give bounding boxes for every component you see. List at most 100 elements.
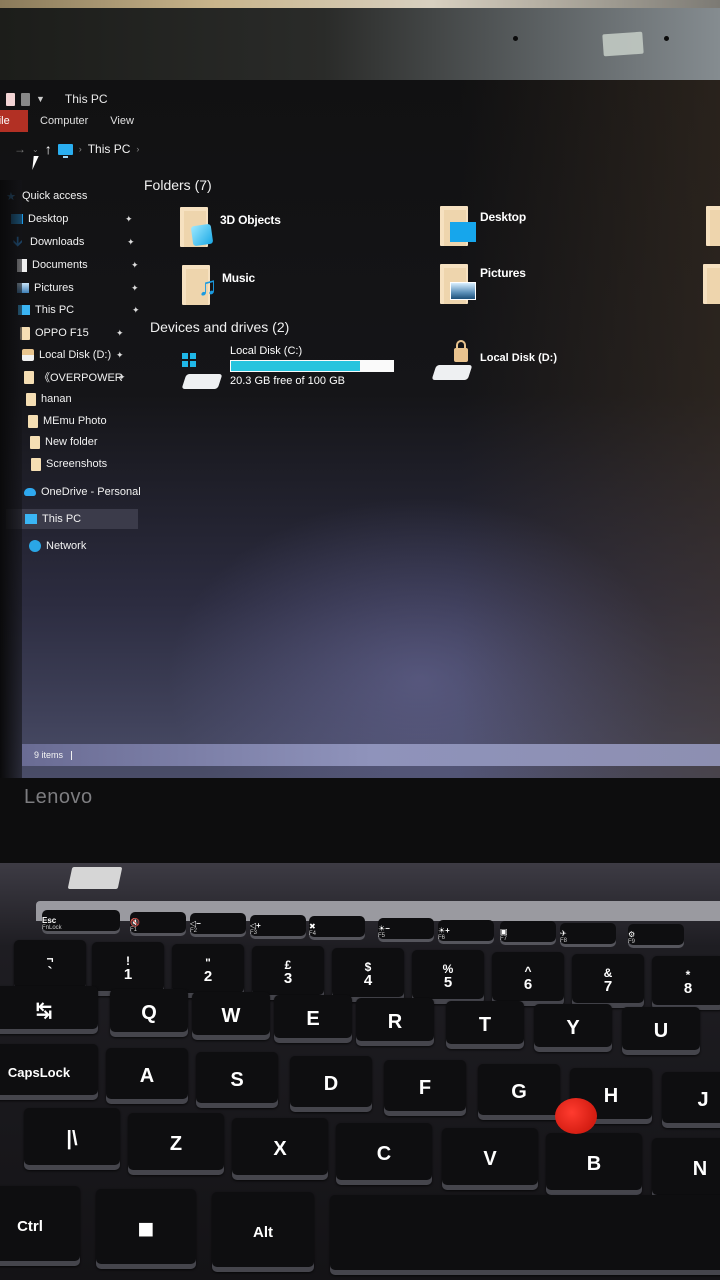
sidebar-item-downloads[interactable]: 🡫 Downloads ✦ (13, 232, 151, 252)
key-z[interactable]: Z (128, 1113, 224, 1175)
sidebar-item-this-pc[interactable]: This PC (6, 509, 138, 529)
pin-icon[interactable]: ✦ (131, 260, 139, 271)
key-e[interactable]: E (274, 995, 352, 1043)
sidebar-item-this-pc-pinned[interactable]: This PC ✦ (18, 300, 156, 320)
key-d[interactable]: D (290, 1056, 372, 1112)
key-a[interactable]: A (106, 1048, 188, 1104)
properties-icon[interactable] (6, 92, 15, 106)
folder-tile-music[interactable]: ♫ Music (182, 265, 255, 305)
pin-icon[interactable]: ✦ (116, 328, 124, 339)
devices-section-header[interactable]: Devices and drives (2) (150, 319, 289, 335)
pin-icon[interactable]: ✦ (116, 350, 124, 361)
sidebar-item-local-disk-d[interactable]: Local Disk (D:) ✦ (22, 345, 160, 365)
new-folder-icon[interactable] (21, 92, 30, 106)
key-c[interactable]: C (336, 1123, 432, 1185)
forward-button[interactable]: → (14, 142, 26, 156)
breadcrumb-chevron-icon[interactable]: › (136, 144, 139, 154)
trackpoint[interactable] (555, 1098, 597, 1134)
key-capslock[interactable]: CapsLock (0, 1044, 98, 1100)
key-6[interactable]: ^ 6 (492, 952, 564, 1006)
sidebar-item-onedrive[interactable]: OneDrive - Personal (24, 482, 162, 502)
pin-icon[interactable]: ✦ (131, 283, 139, 294)
key-f1[interactable]: 🔇 F1 (130, 911, 186, 936)
key-j[interactable]: J (662, 1072, 720, 1128)
music-note-icon: ♫ (198, 271, 218, 301)
folder-tile-pictures[interactable]: Pictures (440, 264, 526, 304)
key-glyph: ☀− (378, 924, 390, 933)
key-fnlock[interactable]: Esc FnLock (42, 910, 120, 934)
sidebar-item-memu-photo[interactable]: MEmu Photo (28, 411, 166, 431)
key-f6[interactable]: ☀+ F6 (438, 919, 494, 944)
key-space[interactable] (330, 1195, 720, 1275)
pin-icon[interactable]: ✦ (125, 214, 133, 225)
sidebar-item-label: Screenshots (46, 458, 108, 470)
drive-tile-d[interactable]: Local Disk (D:) (431, 340, 557, 380)
folder-icon (31, 457, 41, 471)
key-f7[interactable]: ▣ F7 (500, 921, 556, 946)
key-r[interactable]: R (356, 998, 434, 1046)
key-b[interactable]: B (546, 1133, 642, 1195)
key-lower-label: 5 (443, 974, 453, 991)
key-label: G (511, 1080, 527, 1103)
key-backslash[interactable]: |\ (24, 1108, 120, 1170)
pin-icon[interactable]: ✦ (132, 305, 140, 316)
key-5[interactable]: % 5 (412, 950, 484, 1004)
folder-tile-3d-objects[interactable]: 3D Objects (180, 207, 281, 247)
key-8[interactable]: * 8 (652, 956, 720, 1010)
tab-file[interactable]: File (0, 110, 28, 132)
key-v[interactable]: V (442, 1128, 538, 1190)
key-ctrl[interactable]: Ctrl (0, 1186, 80, 1266)
key-f5[interactable]: ☀− F5 (378, 918, 434, 942)
key-f[interactable]: F (384, 1060, 466, 1116)
folder-icon[interactable] (703, 264, 720, 304)
key-s[interactable]: S (196, 1052, 278, 1108)
key-4[interactable]: $4 (332, 948, 404, 1002)
folder-icon[interactable] (706, 206, 720, 246)
folder-tile-desktop[interactable]: Desktop (440, 206, 526, 246)
sidebar-item-pictures[interactable]: Pictures ✦ (17, 278, 155, 298)
key-x[interactable]: X (232, 1118, 328, 1180)
key-alt[interactable]: Alt (212, 1192, 314, 1272)
key-7[interactable]: & 7 (572, 954, 644, 1008)
key-f8[interactable]: ✈ F8 (560, 922, 616, 947)
key-q[interactable]: Q (110, 989, 188, 1037)
tab-file-label: File (0, 115, 10, 127)
key-f2[interactable]: ◁− F2 (190, 913, 246, 938)
sidebar-item-label: Downloads (30, 236, 85, 248)
key-1[interactable]: ! 1 (92, 942, 164, 996)
sidebar-item-screenshots[interactable]: Screenshots (31, 454, 169, 474)
tab-view[interactable]: View (110, 115, 134, 127)
key-g[interactable]: G (478, 1064, 560, 1120)
sidebar-item-network[interactable]: Network (29, 536, 167, 556)
sidebar-item-overpowered[interactable]: 《OVERPOWEREE ✦ (24, 367, 162, 387)
quick-access-toolbar-dropdown-icon[interactable]: ▼ (36, 94, 45, 104)
folders-section-header[interactable]: Folders (7) (144, 177, 212, 193)
key-t[interactable]: T (446, 1001, 524, 1049)
key-lower-label: ` (47, 964, 53, 981)
key-y[interactable]: Y (534, 1004, 612, 1052)
sidebar-item-hanan[interactable]: hanan (26, 389, 164, 409)
pin-icon[interactable]: ✦ (118, 372, 126, 383)
pin-icon[interactable]: ✦ (127, 237, 135, 248)
up-button[interactable]: ↑ (45, 141, 52, 157)
key-label: W (221, 1004, 241, 1027)
key-n[interactable]: N (652, 1138, 720, 1200)
recent-locations-icon[interactable]: ⌄ (32, 145, 39, 154)
sidebar-item-documents[interactable]: Documents ✦ (17, 255, 155, 275)
key-w[interactable]: W (192, 992, 270, 1040)
key-u[interactable]: U (622, 1007, 700, 1055)
tab-computer[interactable]: Computer (40, 115, 88, 127)
sidebar-item-quick-access[interactable]: ★ Quick access (6, 186, 144, 206)
key-windows[interactable]: ■ (96, 1189, 196, 1269)
breadcrumb-this-pc[interactable]: This PC (88, 142, 131, 156)
brand-logo: Lenovo (24, 786, 93, 808)
sidebar-item-oppo-f15[interactable]: OPPO F15 ✦ (20, 323, 158, 343)
key-f4[interactable]: ✖ F4 (309, 916, 365, 941)
key-tab[interactable]: ↹ (0, 986, 98, 1034)
drive-tile-c[interactable]: Local Disk (C:) 20.3 GB free of 100 GB (181, 345, 394, 389)
sidebar-item-new-folder[interactable]: New folder (30, 432, 168, 452)
sidebar-item-desktop[interactable]: Desktop ✦ (11, 209, 149, 229)
key-label: F (418, 1076, 432, 1099)
key-f9[interactable]: ⚙ F9 (628, 924, 684, 949)
key-f3[interactable]: ◁+ F3 (250, 914, 306, 939)
